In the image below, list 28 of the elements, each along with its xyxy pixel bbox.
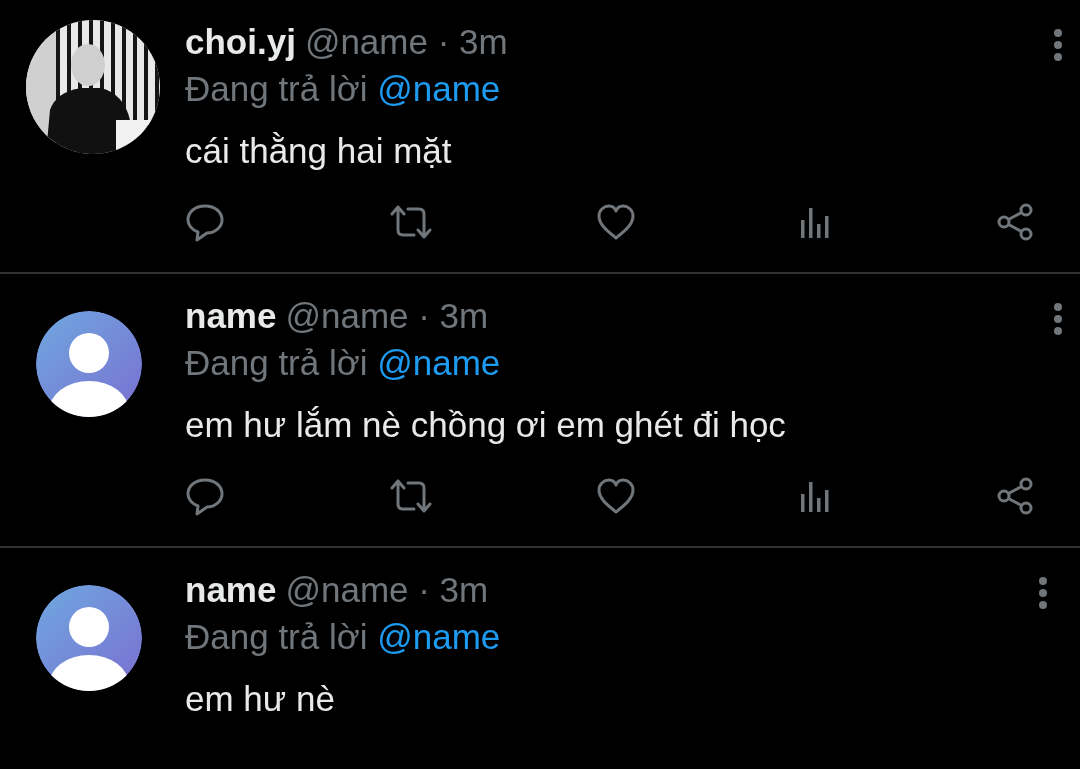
user-name[interactable]: choi.yj [185, 18, 296, 65]
reply-icon[interactable] [185, 476, 225, 516]
handle-time: @name · 3m [285, 295, 489, 337]
mention-link[interactable]: @name [377, 617, 501, 656]
tweet-text: em hư lắm nè chồng ơi em ghét đi học [185, 404, 787, 446]
mention-link[interactable]: @name [377, 343, 501, 382]
handle-time: @name · 3m [285, 569, 489, 611]
reply-icon[interactable] [185, 202, 225, 242]
bar-chart-icon[interactable] [799, 206, 832, 238]
more-options-icon[interactable] [1053, 28, 1063, 62]
tweet-text: em hư nè [185, 678, 336, 720]
tweet-text: cái thằng hai mặt [185, 130, 453, 172]
retweet-icon[interactable] [388, 478, 433, 514]
replying-label: Đang trả lời [185, 343, 368, 382]
bar-chart-icon[interactable] [799, 480, 832, 512]
user-name[interactable]: name [185, 292, 277, 339]
heart-icon[interactable] [596, 204, 636, 240]
retweet-icon[interactable] [388, 204, 433, 240]
heart-icon[interactable] [596, 478, 636, 514]
user-name[interactable]: name [185, 566, 277, 613]
handle-time: @name · 3m [304, 21, 508, 63]
more-options-icon[interactable] [1038, 576, 1048, 610]
replying-label: Đang trả lời [185, 617, 368, 656]
share-icon[interactable] [995, 476, 1035, 516]
mention-link[interactable]: @name [377, 69, 501, 108]
more-options-icon[interactable] [1053, 302, 1063, 336]
share-icon[interactable] [995, 202, 1035, 242]
replying-label: Đang trả lời [185, 69, 368, 108]
